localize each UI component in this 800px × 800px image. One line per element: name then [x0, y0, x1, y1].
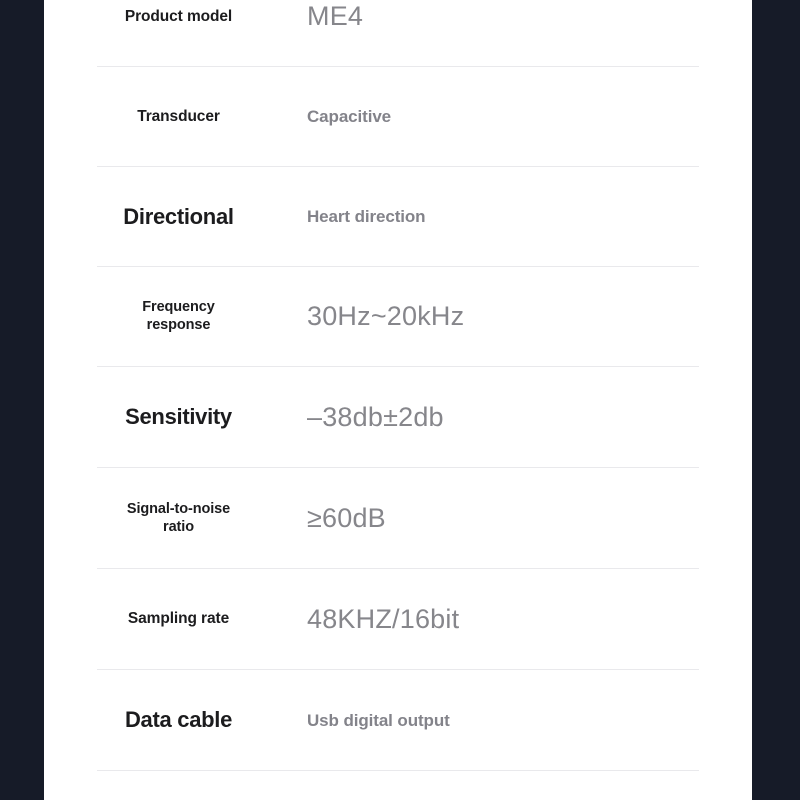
spec-label-transducer: Transducer — [137, 107, 220, 125]
spec-row-frequency-response: Frequency response 30Hz~20kHz — [44, 267, 752, 367]
row-divider — [97, 770, 699, 771]
spec-row-directional: Directional Heart direction — [44, 167, 752, 267]
spec-label-data-cable: Data cable — [124, 707, 233, 733]
spec-row-data-cable: Data cable Usb digital output — [44, 670, 752, 771]
spec-label-line-1: Signal-to-noise — [126, 500, 231, 517]
product-spec-sheet: Product model ME4 Transducer Capacitive … — [44, 0, 752, 800]
spec-value-data-cable: Usb digital output — [307, 710, 450, 730]
spec-label-frequency-response: Frequency response — [44, 299, 307, 334]
spec-value-transducer: Capacitive — [307, 107, 392, 127]
spec-label-directional: Directional — [123, 203, 234, 229]
spec-row-sampling-rate: Sampling rate 48KHZ/16bit — [44, 569, 752, 670]
spec-value-frequency-response: 30Hz~20kHz — [307, 301, 465, 332]
spec-label-sampling-rate: Sampling rate — [127, 610, 230, 628]
spec-row-product-model: Product model ME4 — [44, 0, 752, 67]
spec-label-line-2: ratio — [163, 518, 194, 535]
right-letterbox-bar — [752, 0, 800, 800]
spec-label-signal-to-noise-ratio: Signal-to-noise ratio — [44, 501, 307, 536]
spec-label-sensitivity: Sensitivity — [125, 404, 232, 430]
spec-value-product-model: ME4 — [307, 1, 364, 32]
spec-label-product-model: Product model — [124, 7, 233, 25]
spec-row-sensitivity: Sensitivity –38db±2db — [44, 367, 752, 468]
spec-row-transducer: Transducer Capacitive — [44, 67, 752, 167]
spec-label-line-2: response — [146, 317, 211, 333]
spec-row-signal-to-noise-ratio: Signal-to-noise ratio ≥60dB — [44, 468, 752, 569]
spec-value-sampling-rate: 48KHZ/16bit — [307, 603, 460, 634]
specification-table: Product model ME4 Transducer Capacitive … — [44, 0, 752, 771]
spec-value-directional: Heart direction — [307, 207, 426, 227]
left-letterbox-bar — [0, 0, 44, 800]
screenshot-root: Product model ME4 Transducer Capacitive … — [0, 0, 800, 800]
spec-label-line-1: Frequency — [142, 299, 215, 316]
spec-value-signal-to-noise-ratio: ≥60dB — [307, 502, 386, 533]
spec-value-sensitivity: –38db±2db — [307, 401, 444, 432]
